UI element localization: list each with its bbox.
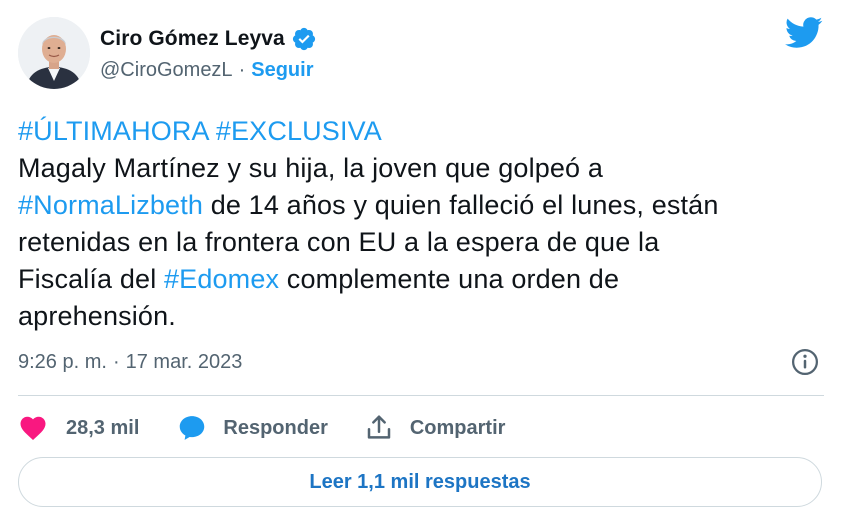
author-handle[interactable]: @CiroGomezL: [100, 59, 233, 82]
heart-icon: [18, 413, 48, 443]
separator-dot: ·: [238, 58, 246, 81]
tweet-text-line: #ÚLTIMAHORA #EXCLUSIVA: [18, 113, 828, 150]
tweet-embed-card: Ciro Gómez Leyva @CiroGomezL · Seguir #Ú…: [0, 0, 841, 520]
hashtag-link[interactable]: #Edomex: [164, 264, 279, 294]
tweet-text-line: Fiscalía del #Edomex complemente una ord…: [18, 261, 828, 298]
tweet-text-line: aprehensión.: [18, 298, 828, 335]
avatar-photo: [18, 17, 90, 89]
share-icon: [364, 413, 394, 443]
tweet-text-segment: Fiscalía del: [18, 264, 165, 294]
tweet-date: 17 mar. 2023: [125, 350, 243, 373]
read-replies-label: Leer 1,1 mil respuestas: [309, 470, 531, 493]
author-handle-row: @CiroGomezL · Seguir: [100, 56, 313, 84]
meta-separator: ·: [112, 350, 120, 373]
info-icon[interactable]: [790, 347, 820, 377]
tweet-text: #ÚLTIMAHORA #EXCLUSIVA Magaly Martínez y …: [18, 113, 828, 335]
tweet-text-line: #NormaLizbeth de 14 años y quien falleci…: [18, 187, 828, 224]
tweet-text-segment: aprehensión.: [18, 301, 176, 331]
tweet-text-segment: de 14 años y quien falleció el lunes, es…: [203, 190, 719, 220]
author-name-row: Ciro Gómez Leyva: [100, 24, 317, 54]
author-name[interactable]: Ciro Gómez Leyva: [100, 27, 285, 51]
share-button[interactable]: Compartir: [364, 413, 506, 443]
action-bar: 28,3 mil Responder Compartir: [18, 408, 505, 448]
reply-bubble-icon: [177, 413, 207, 443]
tweet-timestamp[interactable]: 9:26 p. m. · 17 mar. 2023: [18, 347, 242, 377]
read-replies-button[interactable]: Leer 1,1 mil respuestas: [18, 457, 822, 507]
tweet-text-line: Magaly Martínez y su hija, la joven que …: [18, 150, 828, 187]
follow-button[interactable]: Seguir: [251, 59, 313, 82]
reply-label: Responder: [223, 416, 328, 439]
tweet-text-segment: complemente una orden de: [279, 264, 620, 294]
avatar[interactable]: [18, 17, 90, 89]
divider: [18, 395, 824, 396]
tweet-text-segment: retenidas en la frontera con EU a la esp…: [18, 227, 660, 257]
verified-badge-icon: [291, 26, 317, 52]
tweet-text-line: retenidas en la frontera con EU a la esp…: [18, 224, 828, 261]
hashtag-link[interactable]: #NormaLizbeth: [18, 190, 203, 220]
like-count: 28,3 mil: [66, 416, 140, 439]
reply-button[interactable]: Responder: [177, 413, 328, 443]
like-button[interactable]: 28,3 mil: [18, 413, 139, 443]
share-label: Compartir: [409, 416, 506, 439]
tweet-text-segment: Magaly Martínez y su hija, la joven que …: [18, 153, 604, 183]
twitter-bird-icon[interactable]: [785, 17, 823, 49]
tweet-time: 9:26 p. m.: [18, 350, 107, 373]
hashtag-link[interactable]: #ÚLTIMAHORA #EXCLUSIVA: [18, 116, 382, 146]
